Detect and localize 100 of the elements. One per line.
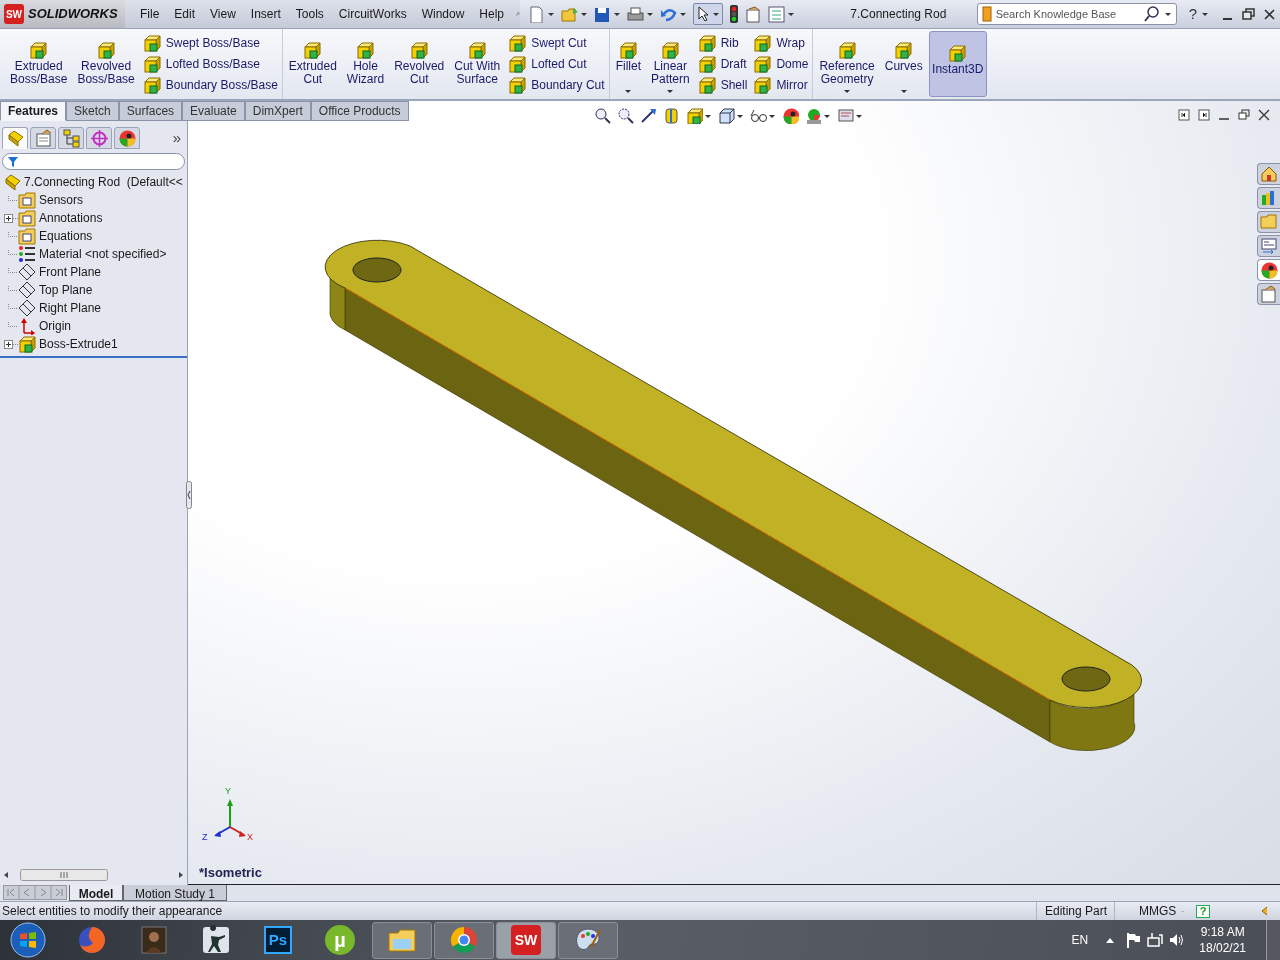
command-tab[interactable]: Evaluate — [182, 101, 245, 121]
command-button[interactable]: Instant3D — [928, 31, 987, 97]
splitter-handle-icon[interactable] — [186, 481, 192, 509]
tree-item[interactable]: Boss-Extrude1 — [39, 335, 118, 353]
menu-item[interactable]: Help — [472, 3, 511, 25]
panel-tab[interactable] — [114, 127, 140, 149]
command-button[interactable]: Rib — [695, 33, 750, 53]
caret-icon — [787, 11, 795, 17]
model-tab[interactable]: Motion Study 1 — [123, 885, 227, 901]
traffic-light-icon[interactable] — [729, 5, 739, 23]
command-tab[interactable]: Sketch — [66, 101, 119, 121]
floppy-disk-button[interactable] — [594, 5, 621, 23]
tree-item[interactable]: Right Plane — [39, 299, 102, 317]
command-button[interactable]: Cut With Surface — [450, 31, 505, 97]
magnifier-icon[interactable] — [594, 107, 611, 124]
menu-item[interactable]: CircuitWorks — [331, 3, 414, 25]
help-button[interactable]: ? — [1188, 2, 1209, 26]
magnifier-icon[interactable] — [617, 107, 634, 124]
command-button[interactable]: Shell — [695, 75, 750, 95]
command-button[interactable]: Lofted Cut — [506, 54, 607, 74]
close-icon[interactable] — [1263, 7, 1276, 21]
more-button[interactable]: » — [172, 126, 181, 150]
new-document-button[interactable] — [528, 5, 555, 23]
horizontal-scrollbar[interactable] — [2, 868, 185, 882]
command-button[interactable]: Fillet — [611, 31, 645, 97]
menu-item[interactable]: Edit — [167, 3, 203, 25]
tree-item[interactable]: Front Plane — [39, 263, 102, 281]
clock[interactable]: 9:18 AM 18/02/21 — [1199, 924, 1246, 956]
taskbar-app-button[interactable]: SW — [496, 921, 556, 959]
tree-item[interactable]: Origin — [39, 317, 71, 335]
filter-field[interactable] — [2, 153, 185, 170]
expand-arrow-icon[interactable] — [1260, 906, 1268, 916]
taskbar-app-button[interactable] — [372, 921, 432, 959]
menu-item[interactable]: View — [203, 3, 243, 25]
taskbar-app-button[interactable] — [558, 921, 618, 959]
command-button[interactable]: Swept Boss/Base — [140, 33, 280, 53]
command-button[interactable]: Extruded Boss/Base — [6, 31, 72, 97]
menu-item[interactable]: File — [133, 3, 167, 25]
command-tab[interactable]: Features — [0, 101, 67, 121]
command-tab[interactable]: Surfaces — [118, 101, 183, 121]
command-button[interactable]: Extruded Cut — [284, 31, 341, 97]
command-button[interactable]: Draft — [695, 54, 750, 74]
tree-item[interactable]: Equations — [39, 227, 93, 245]
tree-item[interactable]: Top Plane — [39, 281, 93, 299]
search-field[interactable]: Search Knowledge Base — [976, 3, 1177, 25]
taskbar-app-button[interactable] — [434, 921, 494, 959]
split-right-icon[interactable] — [1198, 109, 1210, 121]
cylinder-section-icon[interactable] — [663, 107, 680, 124]
menu-item[interactable]: Insert — [243, 3, 288, 25]
command-button[interactable]: Wrap — [751, 33, 811, 53]
tree-item[interactable]: Sensors — [39, 191, 84, 209]
command-tab[interactable]: DimXpert — [244, 101, 311, 121]
tree-item[interactable]: 7.Connecting Rod (Default<< — [24, 173, 183, 191]
command-button[interactable]: Boundary Boss/Base — [140, 75, 280, 95]
help-button[interactable]: ? — [1196, 904, 1210, 918]
taskbar-app-button[interactable]: Ps — [248, 921, 308, 959]
speaker-icon[interactable] — [1169, 932, 1186, 948]
show-hidden-icons-icon[interactable] — [1106, 937, 1115, 943]
command-button[interactable]: Revolved Cut — [390, 31, 449, 97]
select-tool-button[interactable] — [693, 3, 723, 25]
box-outline-icon[interactable] — [718, 107, 735, 124]
network-icon[interactable] — [1147, 932, 1164, 948]
command-button[interactable]: Lofted Boss/Base — [140, 54, 280, 74]
task-pane-tab[interactable] — [1257, 259, 1280, 281]
command-button[interactable]: Hole Wizard — [342, 31, 389, 97]
show-desktop-button[interactable] — [1266, 920, 1280, 960]
command-button[interactable]: Dome — [751, 54, 811, 74]
model-tab[interactable]: Model — [69, 885, 123, 901]
glasses-icon[interactable] — [750, 107, 767, 124]
expand-toggle-icon[interactable] — [4, 213, 18, 223]
command-button[interactable]: Boundary Cut — [506, 75, 607, 95]
tree-item[interactable]: Material <not specified> — [39, 245, 167, 263]
restore-icon[interactable] — [1238, 109, 1250, 121]
command-button[interactable]: Linear Pattern — [647, 31, 694, 97]
command-button[interactable]: Curves — [880, 31, 927, 97]
close-icon[interactable] — [1258, 109, 1270, 121]
restore-icon[interactable] — [1242, 7, 1255, 21]
split-left-icon[interactable] — [1178, 109, 1190, 121]
command-button[interactable]: Reference Geometry — [815, 31, 879, 97]
start-button[interactable] — [8, 921, 48, 959]
expand-toggle-icon[interactable] — [4, 339, 18, 349]
flag-icon[interactable] — [1126, 932, 1142, 948]
command-button[interactable]: Mirror — [751, 75, 811, 95]
arrow-icon[interactable] — [640, 107, 657, 124]
command-tab[interactable]: Office Products — [310, 101, 409, 121]
menu-item[interactable]: Window — [414, 3, 472, 25]
options-button[interactable] — [768, 5, 795, 23]
printer-button[interactable] — [627, 5, 654, 23]
command-button[interactable]: Revolved Boss/Base — [73, 31, 139, 97]
connecting-rod-drawing[interactable] — [324, 239, 1142, 751]
command-button[interactable]: Swept Cut — [506, 33, 607, 53]
tree-item[interactable]: Annotations — [39, 209, 103, 227]
cube-icon[interactable] — [686, 107, 703, 124]
color-ball-icon[interactable] — [805, 107, 822, 124]
menu-item[interactable]: Tools — [288, 3, 331, 25]
folder-button[interactable] — [561, 5, 588, 23]
language-indicator[interactable]: EN — [1071, 931, 1089, 949]
clipboard-icon[interactable] — [745, 5, 762, 23]
search-input[interactable]: Search Knowledge Base — [995, 5, 1140, 23]
monitor-icon[interactable] — [837, 107, 854, 124]
